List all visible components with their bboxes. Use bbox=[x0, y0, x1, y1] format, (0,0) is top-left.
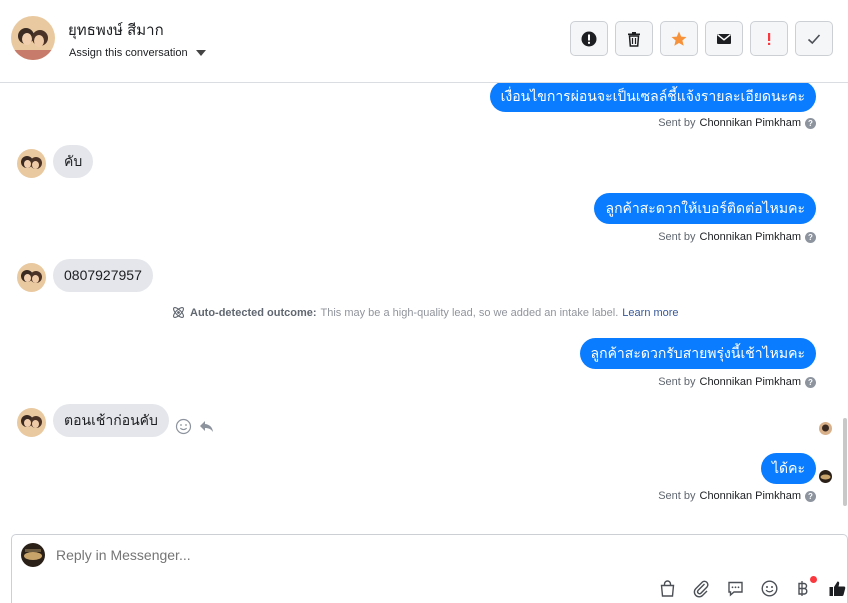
sent-by-label: Sent by bbox=[658, 231, 696, 243]
note-title: Auto-detected outcome: bbox=[190, 306, 317, 319]
saved-replies-button[interactable] bbox=[726, 579, 745, 598]
help-icon[interactable]: ? bbox=[805, 231, 816, 243]
sent-by-label: Sent by bbox=[658, 117, 696, 129]
paperclip-icon bbox=[693, 580, 709, 598]
page-avatar bbox=[21, 543, 45, 567]
assign-label: Assign this conversation bbox=[69, 47, 188, 59]
thumbs-up-icon bbox=[829, 581, 846, 596]
mark-done-button[interactable] bbox=[795, 21, 833, 56]
contact-avatar-small[interactable] bbox=[17, 263, 46, 292]
composer-tools bbox=[658, 576, 847, 598]
shop-button[interactable] bbox=[658, 579, 677, 598]
caret-down-icon bbox=[195, 50, 206, 56]
star-button[interactable] bbox=[660, 21, 698, 56]
sent-by-label: Sent by bbox=[658, 376, 696, 388]
atom-icon bbox=[172, 306, 185, 319]
incoming-message[interactable]: 0807927957 bbox=[53, 259, 153, 292]
reply-input[interactable] bbox=[56, 547, 776, 563]
help-icon[interactable]: ? bbox=[805, 117, 816, 129]
send-like-button[interactable] bbox=[828, 579, 847, 598]
chat-icon bbox=[728, 581, 743, 597]
help-icon[interactable]: ? bbox=[805, 376, 816, 388]
incoming-message[interactable]: ตอนเช้าก่อนคับ bbox=[53, 404, 169, 437]
incoming-message[interactable]: คับ bbox=[53, 145, 94, 178]
assign-conversation-dropdown[interactable]: Assign this conversation bbox=[69, 47, 206, 59]
outgoing-message[interactable]: เงื่อนไขการผ่อนจะเป็นเซลล์ชี้แจ้งรายละเอ… bbox=[489, 83, 816, 112]
message-thread: เงื่อนไขการผ่อนจะเป็นเซลล์ชี้แจ้งรายละเอ… bbox=[0, 83, 848, 531]
payment-button[interactable] bbox=[794, 576, 817, 598]
message-actions bbox=[175, 418, 215, 435]
envelope-icon bbox=[717, 33, 731, 44]
thread-scrollbar[interactable] bbox=[843, 418, 847, 506]
outgoing-message[interactable]: ได้คะ bbox=[760, 453, 816, 484]
bag-icon bbox=[660, 580, 675, 597]
sender-name: Chonnikan Pimkham bbox=[699, 231, 802, 243]
contact-avatar-small[interactable] bbox=[17, 408, 46, 437]
mark-unread-button[interactable] bbox=[705, 21, 743, 56]
emoji-button[interactable] bbox=[760, 579, 779, 598]
action-toolbar bbox=[570, 21, 833, 56]
sender-name: Chonnikan Pimkham bbox=[699, 117, 802, 129]
conversation-header: ยุทธพงษ์ สีมาก Assign this conversation bbox=[0, 0, 848, 83]
sent-by-line: Sent by Chonnikan Pimkham ? bbox=[658, 231, 816, 243]
star-icon bbox=[671, 31, 687, 46]
alert-icon bbox=[581, 31, 597, 46]
trash-icon bbox=[628, 31, 640, 47]
sent-by-label: Sent by bbox=[658, 490, 696, 502]
contact-avatar-small[interactable] bbox=[17, 149, 46, 178]
check-icon bbox=[807, 33, 821, 44]
learn-more-link[interactable]: Learn more bbox=[622, 307, 678, 319]
contact-avatar[interactable] bbox=[11, 16, 55, 60]
notification-dot bbox=[810, 576, 817, 583]
seen-avatar-icon bbox=[819, 422, 832, 435]
delete-button[interactable] bbox=[615, 21, 653, 56]
mark-spam-button[interactable] bbox=[570, 21, 608, 56]
contact-name: ยุทธพงษ์ สีมาก bbox=[68, 22, 164, 39]
note-text: This may be a high-quality lead, so we a… bbox=[320, 306, 619, 319]
sent-by-line: Sent by Chonnikan Pimkham ? bbox=[658, 376, 816, 388]
follow-up-button[interactable] bbox=[750, 21, 788, 56]
emoji-icon bbox=[761, 580, 778, 597]
attach-button[interactable] bbox=[692, 579, 711, 598]
reply-icon[interactable] bbox=[198, 418, 215, 435]
outgoing-message[interactable]: ลูกค้าสะดวกให้เบอร์ติดต่อไหมคะ bbox=[594, 193, 816, 224]
react-smiley-icon[interactable] bbox=[175, 418, 192, 435]
outgoing-message[interactable]: ลูกค้าสะดวกรับสายพรุ่งนี้เช้าไหมคะ bbox=[579, 338, 816, 369]
sent-by-line: Sent by Chonnikan Pimkham ? bbox=[658, 490, 816, 502]
auto-detected-outcome-note: Auto-detected outcome: This may be a hig… bbox=[171, 305, 679, 320]
sender-name: Chonnikan Pimkham bbox=[699, 376, 802, 388]
exclamation-icon bbox=[768, 32, 771, 45]
sent-by-line: Sent by Chonnikan Pimkham ? bbox=[658, 117, 816, 129]
seen-avatar-icon bbox=[819, 470, 832, 483]
sender-name: Chonnikan Pimkham bbox=[699, 490, 802, 502]
help-icon[interactable]: ? bbox=[805, 490, 816, 502]
reply-composer bbox=[11, 534, 848, 603]
